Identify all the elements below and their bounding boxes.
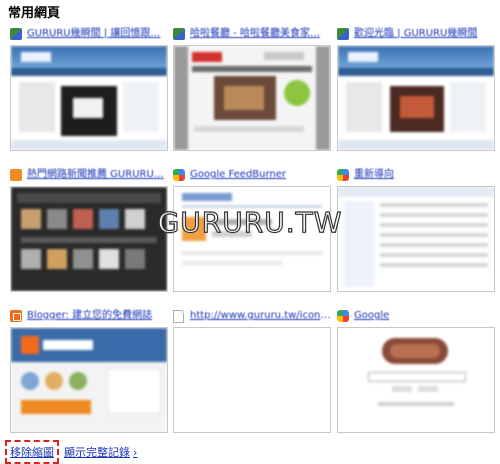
thumbnail-tile[interactable]: 重新導向 [337,168,495,292]
page-thumbnail[interactable] [10,45,168,151]
blogger-icon [10,310,22,322]
rss-icon [10,169,22,181]
page-thumbnail[interactable] [337,327,495,433]
thumbnail-tile[interactable]: 歡迎光臨 | GURURU幾瞬間 [337,27,495,151]
thumbnail-tile[interactable]: Google FeedBurner [173,168,331,292]
page-icon [173,310,184,323]
tile-link[interactable]: GURURU幾瞬間 | 讓回憶跟… [27,27,168,43]
tile-link[interactable]: 歡迎光臨 | GURURU幾瞬間 [354,27,495,43]
thumbnail-tile[interactable]: http://www.gururu.tw/icon.php [173,309,331,433]
thumbnail-tile[interactable]: 哈啦餐廳 - 哈啦餐廳美食家… [173,27,331,151]
page-thumbnail[interactable] [173,45,331,151]
tile-link[interactable]: 熱門網路新聞推薦 GURURU… [27,168,168,184]
tile-link[interactable]: Google [354,309,495,325]
google-icon [337,169,349,181]
show-full-history-link[interactable]: 顯示完整記錄 › [64,444,137,460]
tile-link[interactable]: Google FeedBurner [190,168,331,184]
page-thumbnail[interactable] [337,45,495,151]
page-thumbnail[interactable] [173,327,331,433]
show-full-history-label: 顯示完整記錄 [64,446,130,459]
guru-icon [10,28,22,40]
page-title: 常用網頁 [8,6,61,21]
guru-icon [337,28,349,40]
page-thumbnail[interactable] [10,327,168,433]
page-thumbnail[interactable] [173,186,331,292]
thumbnail-tile[interactable]: Blogger: 建立您的免費網誌 [10,309,168,433]
remove-thumbnails-link[interactable]: 移除縮圖 [5,440,59,464]
tile-link[interactable]: http://www.gururu.tw/icon.php [190,309,331,325]
tile-link[interactable]: Blogger: 建立您的免費網誌 [27,309,168,325]
guru-icon [173,28,185,40]
watermark-text: GURURU.TW [157,205,343,239]
google-icon [337,310,349,322]
thumbnail-tile[interactable]: Google [337,309,495,433]
thumbnail-tile[interactable]: GURURU幾瞬間 | 讓回憶跟… [10,27,168,151]
page-thumbnail[interactable] [337,186,495,292]
thumbnail-tile[interactable]: 熱門網路新聞推薦 GURURU… [10,168,168,292]
page-thumbnail[interactable] [10,186,168,292]
tile-link[interactable]: 哈啦餐廳 - 哈啦餐廳美食家… [190,27,331,43]
tile-link[interactable]: 重新導向 [354,168,495,184]
chevron-right-icon: › [133,446,138,459]
google-icon [173,169,185,181]
